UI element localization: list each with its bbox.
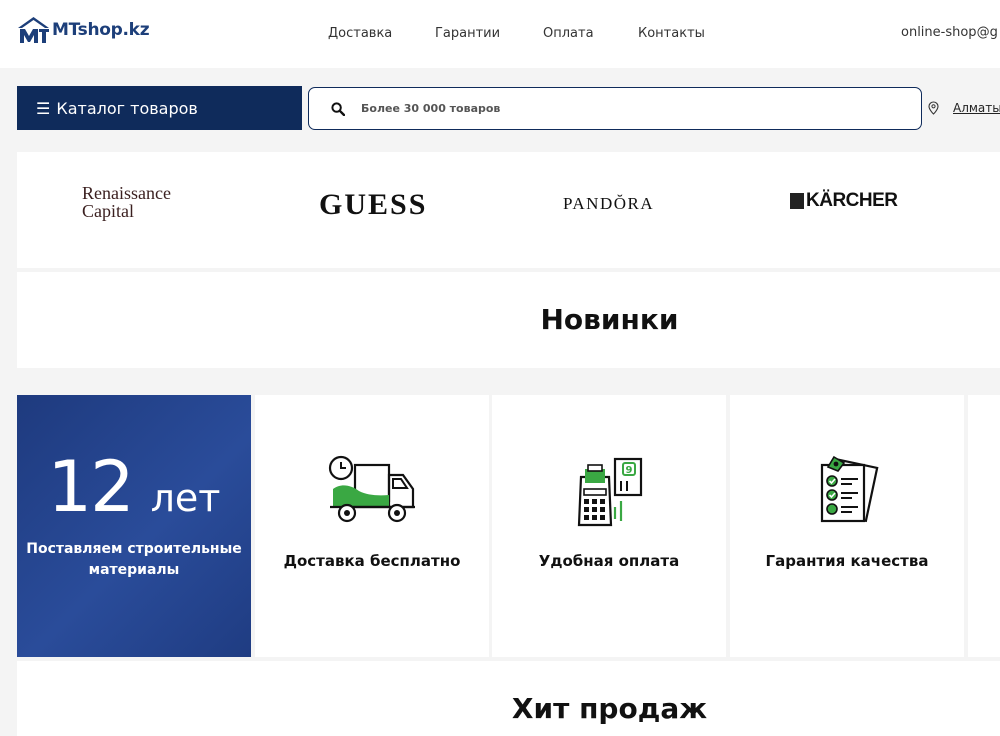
search-bar[interactable]	[308, 87, 922, 130]
catalog-button[interactable]: ☰ Каталог товаров	[17, 86, 302, 130]
nav-delivery[interactable]: Доставка	[328, 26, 392, 41]
years-number: 12	[47, 446, 135, 528]
section-new-arrivals: Новинки	[17, 272, 1000, 368]
feature-quality: Гарантия качества	[730, 395, 964, 657]
years-unit: лет	[150, 476, 221, 520]
feature-delivery: Доставка бесплатно	[255, 395, 489, 657]
catalog-label: Каталог товаров	[56, 98, 198, 118]
feature-card-partial	[968, 395, 1000, 657]
feature-payment-label: Удобная оплата	[538, 552, 680, 570]
page: MTshop.kz Доставка Гарантии Оплата Конта…	[0, 0, 1000, 736]
years-description: Поставляем строительные материалы	[26, 541, 242, 578]
brand-renaissance-line2: Capital	[82, 201, 134, 221]
svg-text:9: 9	[626, 465, 633, 476]
nav-guarantees[interactable]: Гарантии	[435, 26, 500, 41]
new-arrivals-title: Новинки	[540, 303, 679, 336]
brand-karcher[interactable]: KÄRCHER	[790, 190, 898, 212]
years-count: 12 лет	[17, 447, 251, 527]
location-pin-icon	[928, 101, 939, 115]
top-header: MTshop.kz Доставка Гарантии Оплата Конта…	[0, 0, 1000, 68]
brand-renaissance-line1: Renaissance	[82, 183, 171, 203]
search-input[interactable]	[361, 102, 861, 115]
delivery-truck-icon	[328, 455, 415, 523]
section-bestsellers: Хит продаж	[17, 661, 1000, 736]
logo-text: MTshop.kz	[52, 20, 150, 40]
city-selector[interactable]: Алматы	[928, 101, 1000, 115]
nav-payment[interactable]: Оплата	[543, 26, 594, 41]
menu-icon: ☰	[36, 98, 51, 118]
contact-email[interactable]: online-shop@g	[901, 25, 998, 40]
search-icon	[331, 101, 345, 116]
quality-checklist-icon	[820, 455, 879, 523]
brand-renaissance-capital[interactable]: Renaissance Capital	[82, 184, 171, 220]
feature-delivery-label: Доставка бесплатно	[283, 552, 461, 570]
brand-guess[interactable]: GUESS	[319, 188, 427, 222]
brand-pandora[interactable]: PANDŎRA	[563, 194, 654, 214]
feature-quality-label: Гарантия качества	[765, 552, 929, 570]
city-link[interactable]: Алматы	[953, 101, 1000, 115]
nav-contacts[interactable]: Контакты	[638, 26, 705, 41]
feature-payment: 9 Удобная оплата	[492, 395, 726, 657]
site-logo[interactable]: MTshop.kz	[17, 16, 150, 44]
years-card: 12 лет Поставляем строительные материалы	[17, 395, 251, 657]
payment-terminal-icon: 9	[577, 457, 643, 527]
karcher-mark-icon	[790, 193, 804, 209]
brands-strip: Renaissance Capital GUESS PANDŎRA KÄRCHE…	[17, 152, 1000, 268]
brand-karcher-label: KÄRCHER	[806, 190, 898, 211]
bestsellers-title: Хит продаж	[511, 692, 708, 725]
logo-house-icon	[18, 17, 49, 43]
